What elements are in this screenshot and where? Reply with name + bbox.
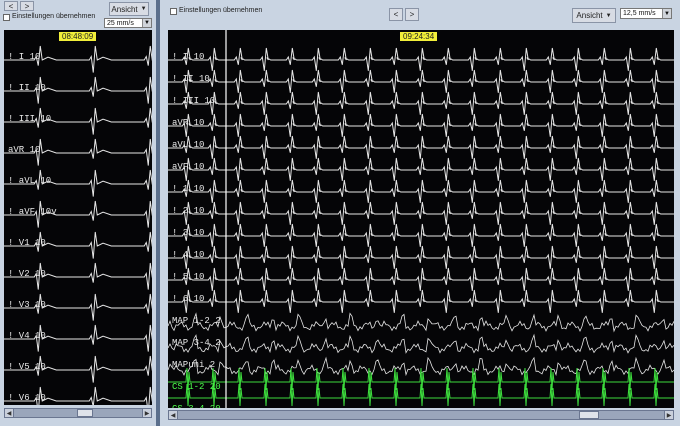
right-arrow-icon: >: [409, 10, 415, 19]
channel-label: ! V4 10: [8, 331, 46, 341]
prev-button[interactable]: <: [389, 8, 403, 21]
ecg-trace: [168, 113, 674, 137]
ecg-trace: [168, 157, 674, 181]
settings-checkbox[interactable]: [170, 8, 177, 15]
chevron-down-icon: ▼: [140, 6, 147, 12]
scroll-thumb[interactable]: [77, 409, 93, 417]
scroll-right-icon[interactable]: ▶: [664, 410, 674, 420]
next-button[interactable]: >: [405, 8, 419, 21]
channel-label: ! aVL 10: [8, 176, 52, 186]
channel-label: CS 3-4 20: [172, 404, 221, 408]
channel-label: aVF 10: [172, 162, 205, 172]
ecg-trace: [168, 267, 674, 291]
view-menu-button[interactable]: Ansicht ▼: [572, 8, 616, 23]
scroll-thumb[interactable]: [579, 411, 599, 419]
next-button[interactable]: >: [20, 1, 34, 11]
speed-value: 25 mm/s: [107, 19, 134, 27]
view-button-label: Ansicht: [111, 4, 138, 14]
ecg-trace: [168, 91, 674, 115]
ecg-trace: [168, 223, 674, 247]
channel-label: ! 4 10: [172, 250, 205, 260]
channel-label: MAP 3-4 2: [172, 338, 221, 348]
map-trace: [168, 333, 674, 354]
left-ecg-panel: < > Einstellungen übernehmen Ansicht ▼ 25…: [0, 0, 156, 426]
scroll-left-icon[interactable]: ◀: [4, 408, 14, 418]
channel-label: CS 1-2 20: [172, 382, 221, 392]
channel-label: ! V6 10: [8, 393, 46, 403]
chevron-down-icon: ▼: [662, 9, 671, 18]
map-trace: [168, 312, 674, 333]
speed-select[interactable]: 25 mm/s ▼: [104, 18, 152, 28]
ecg-trace: [168, 135, 674, 159]
view-menu-button[interactable]: Ansicht ▼: [109, 2, 149, 16]
left-arrow-icon: <: [393, 10, 399, 19]
left-arrow-icon: <: [8, 1, 14, 11]
chevron-down-icon: ▼: [605, 12, 612, 19]
prev-button[interactable]: <: [4, 1, 18, 11]
view-button-label: Ansicht: [576, 11, 603, 20]
channel-label: ! 5 10: [172, 272, 205, 282]
channel-label: MAPuni 2: [172, 360, 216, 370]
timestamp-badge: 08:48:09: [59, 32, 97, 41]
channel-label: ! 1 10: [172, 184, 205, 194]
ecg-trace: [168, 179, 674, 203]
horizontal-scrollbar[interactable]: ◀ ▶: [168, 410, 674, 420]
channel-label: ! V1 10: [8, 238, 46, 248]
settings-checkbox-label: Einstellungen übernehmen: [12, 13, 96, 20]
channel-label: ! III 10: [8, 114, 52, 124]
channel-label: ! V5 10: [8, 362, 46, 372]
settings-checkbox[interactable]: [3, 14, 10, 21]
channel-label: ! 6 10: [172, 294, 205, 304]
channel-label: ! aVF 10v: [8, 207, 57, 217]
ecg-trace: [168, 201, 674, 225]
settings-checkbox-label: Einstellungen übernehmen: [179, 7, 263, 14]
speed-value: 12,5 mm/s: [623, 10, 656, 17]
channel-label: ! I 10: [172, 52, 205, 62]
channel-label: ! 3 10: [172, 228, 205, 238]
channel-label: ! V3 10: [8, 300, 46, 310]
right-arrow-icon: >: [24, 1, 30, 11]
channel-label: ! 2 10: [172, 206, 205, 216]
channel-label: aVR 10: [172, 118, 205, 128]
channel-label: MAP 1-2 2: [172, 316, 221, 326]
channel-label: ! II 10: [8, 83, 46, 93]
right-ecg-display: 09:24:34 ! I 10 ! II 10 ! III 10 aVR 10 aVL …: [168, 30, 674, 408]
right-ecg-traces: [168, 30, 674, 408]
ecg-trace: [168, 245, 674, 269]
timestamp-badge: 09:24:34: [400, 32, 438, 41]
speed-select[interactable]: 12,5 mm/s ▼: [620, 8, 672, 19]
channel-label: ! V2 10: [8, 269, 46, 279]
channel-label: aVR 10: [8, 145, 41, 155]
scroll-right-icon[interactable]: ▶: [142, 408, 152, 418]
channel-label: ! I 10: [8, 52, 41, 62]
ecg-trace: [168, 289, 674, 313]
channel-label: ! II 10: [172, 74, 210, 84]
chevron-down-icon: ▼: [142, 19, 151, 27]
ecg-trace: [168, 47, 674, 71]
channel-label: aVL 10: [172, 140, 205, 150]
ecg-trace: [168, 69, 674, 93]
horizontal-scrollbar[interactable]: ◀ ▶: [4, 408, 152, 418]
channel-label: ! III 10: [172, 96, 216, 106]
left-ecg-display: 08:48:09 ! I 10 ! II 10 ! III 10 aVR 10 ! aV…: [4, 30, 152, 405]
cs-trace: [168, 383, 674, 407]
right-ecg-panel: Einstellungen übernehmen < > Ansicht ▼ 12…: [160, 0, 680, 426]
scroll-left-icon[interactable]: ◀: [168, 410, 178, 420]
